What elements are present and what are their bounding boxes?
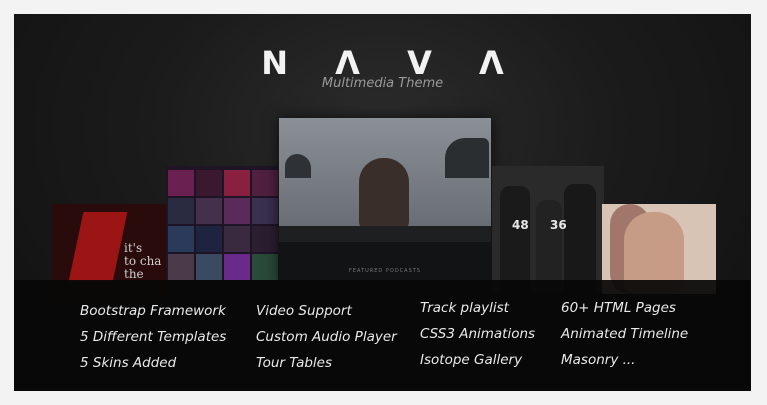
feature-column: Bootstrap Framework 5 Different Template… [80, 298, 226, 376]
feature-column: Video Support Custom Audio Player Tour T… [256, 298, 397, 376]
countdown-number: 36 [550, 218, 567, 232]
countdown-number: 48 [512, 218, 529, 232]
grid-tile [252, 198, 278, 224]
grid-tile [224, 198, 250, 224]
feature-item: Track playlist [420, 300, 509, 316]
feature-item: Isotope Gallery [420, 352, 523, 368]
feature-column: 60+ HTML Pages Animated Timeline Masonry… [561, 295, 688, 373]
brand-tagline: Multimedia Theme [321, 76, 444, 91]
feature-item: Video Support [256, 303, 352, 319]
preview-main-template: FEATURED PODCASTS [279, 118, 491, 288]
band-member [536, 200, 562, 292]
band-member [564, 184, 596, 292]
feature-item: Custom Audio Player [256, 329, 397, 345]
featured-podcasts-label: FEATURED PODCASTS [349, 268, 421, 274]
promo-banner: N Λ V Λ Multimedia Theme it's to cha the… [14, 14, 751, 391]
grid-tile [196, 226, 222, 252]
grid-tile [168, 254, 194, 280]
grid-tile [196, 170, 222, 196]
feature-item: CSS3 Animations [420, 326, 536, 342]
feature-item: 5 Skins Added [80, 355, 177, 371]
red-artwork [68, 212, 128, 282]
rock-shape [445, 138, 489, 178]
grid-tile [224, 170, 250, 196]
preview-band-template: 48 36 [492, 166, 604, 292]
person-figure [359, 158, 409, 228]
player-bar [279, 226, 491, 242]
grid-tile [196, 254, 222, 280]
grid-tile [168, 226, 194, 252]
feature-item: 60+ HTML Pages [561, 300, 676, 316]
grid-tile [252, 254, 278, 280]
grid-tile [224, 254, 250, 280]
grid-tile [224, 226, 250, 252]
feature-item: Tour Tables [256, 355, 332, 371]
grid-tile [252, 170, 278, 196]
grid-tile [168, 170, 194, 196]
grid-tile [168, 198, 194, 224]
feature-item: 5 Different Templates [80, 329, 227, 345]
feature-item: Animated Timeline [561, 326, 689, 342]
band-member [500, 186, 530, 292]
grid-tile [252, 226, 278, 252]
feature-column: Track playlist CSS3 Animations Isotope G… [420, 295, 535, 373]
feature-list: Bootstrap Framework 5 Different Template… [14, 280, 751, 391]
grid-tile [196, 198, 222, 224]
rock-shape [285, 154, 311, 178]
feature-item: Masonry ... [561, 352, 636, 368]
preview-red-text: it's to cha the [124, 241, 162, 281]
feature-item: Bootstrap Framework [80, 303, 226, 319]
